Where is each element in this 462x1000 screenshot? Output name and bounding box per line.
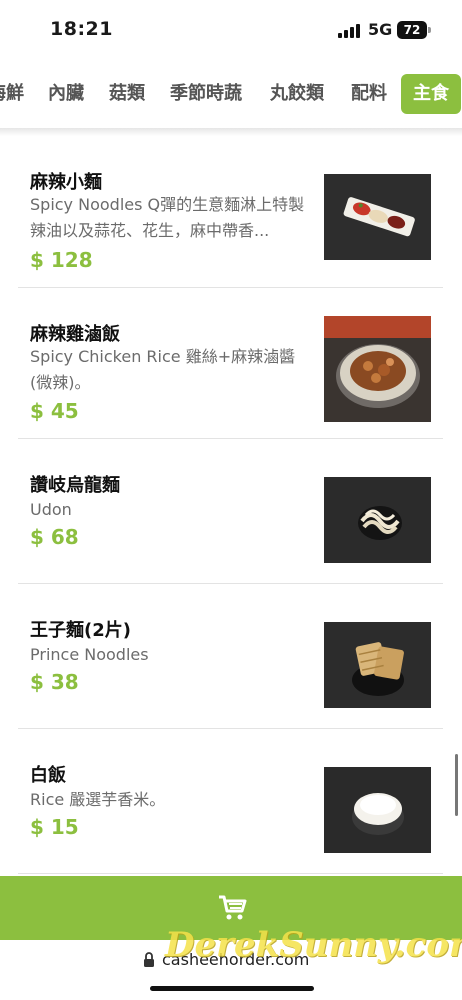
battery-level: 72 <box>397 21 427 39</box>
lock-icon <box>143 952 155 968</box>
item-name: 麻辣小麵 <box>30 172 102 193</box>
cart-button[interactable] <box>0 876 462 940</box>
menu-item[interactable]: 麻辣雞滷飯 Spicy Chicken Rice 雞絲+麻辣滷醬(微辣)。 $ … <box>18 288 443 439</box>
food-photo-udon[interactable] <box>324 477 431 563</box>
menu-item[interactable]: 王子麵(2片) Prince Noodles $ 38 <box>18 584 443 729</box>
food-photo-spicy-noodles[interactable] <box>324 174 431 260</box>
cart-icon[interactable] <box>217 894 247 922</box>
tabs-divider <box>0 128 462 136</box>
scrollbar[interactable] <box>455 754 458 816</box>
food-photo-rice[interactable] <box>324 767 431 853</box>
battery-icon: 72 <box>397 21 431 39</box>
home-indicator[interactable] <box>150 986 314 991</box>
tab-staples[interactable]: 主食 <box>401 74 461 114</box>
status-time: 18:21 <box>50 18 113 40</box>
item-description: Spicy Noodles Q彈的生意麵淋上特製辣油以及蒜花、花生，麻中帶香..… <box>30 195 305 240</box>
category-tabs: 海鮮 內臟 菇類 季節時蔬 丸餃類 配料 主食 <box>0 74 462 116</box>
tab-offal[interactable]: 內臟 <box>48 74 84 114</box>
status-bar: 18:21 5G 72 <box>0 0 462 62</box>
menu-item[interactable]: 讚岐烏龍麵 Udon $ 68 <box>18 439 443 584</box>
tab-mushrooms[interactable]: 菇類 <box>109 74 145 114</box>
food-photo-prince-noodles[interactable] <box>324 622 431 708</box>
tab-seafood[interactable]: 海鮮 <box>0 74 24 114</box>
browser-address-bar[interactable] <box>0 940 462 1000</box>
network-label: 5G <box>368 20 393 39</box>
item-price: $ 45 <box>30 399 79 423</box>
tab-seasonal-vegetables[interactable]: 季節時蔬 <box>170 74 242 114</box>
menu-item[interactable]: 麻辣小麵 Spicy Noodles Q彈的生意麵淋上特製辣油以及蒜花、花生，麻… <box>18 136 443 288</box>
item-description: Udon <box>30 500 72 519</box>
item-name: 讚岐烏龍麵 <box>30 475 120 496</box>
item-name: 王子麵(2片) <box>30 620 131 641</box>
menu-item[interactable]: 白飯 Rice 嚴選芋香米。 $ 15 <box>18 729 443 874</box>
item-price: $ 68 <box>30 525 79 549</box>
item-name: 麻辣雞滷飯 <box>30 324 120 345</box>
tab-dumplings[interactable]: 丸餃類 <box>270 74 324 114</box>
url-text[interactable]: casheehorder.com <box>162 950 309 969</box>
item-description: Prince Noodles <box>30 645 149 664</box>
item-name: 白飯 <box>30 765 66 786</box>
item-price: $ 38 <box>30 670 79 694</box>
item-description: Rice 嚴選芋香米。 <box>30 790 166 809</box>
item-price: $ 128 <box>30 248 93 272</box>
item-price: $ 15 <box>30 815 79 839</box>
signal-icon <box>338 24 362 38</box>
tab-sides[interactable]: 配料 <box>351 74 387 114</box>
food-photo-chicken-rice[interactable] <box>324 316 431 422</box>
item-description: Spicy Chicken Rice 雞絲+麻辣滷醬(微辣)。 <box>30 347 296 392</box>
